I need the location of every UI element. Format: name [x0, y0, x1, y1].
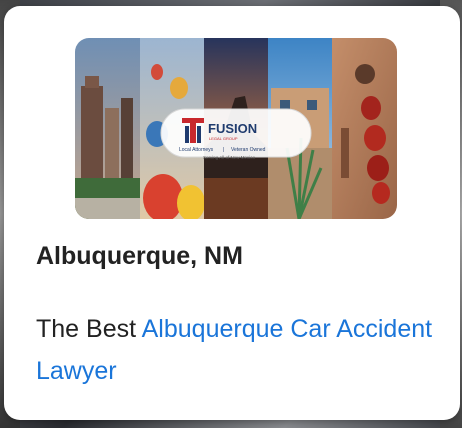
coverage-text: Serving All of New Mexico: [203, 155, 256, 160]
banner-image: FUSION LEGAL GROUP Local Attorneys | Vet…: [75, 38, 397, 219]
fusion-logo-mark: [182, 118, 204, 143]
tagline-left: Local Attorneys: [179, 147, 214, 153]
logo-subtext: LEGAL GROUP: [209, 136, 238, 141]
description-prefix: The Best: [36, 315, 142, 343]
fusion-logo-badge: FUSION LEGAL GROUP Local Attorneys | Vet…: [160, 108, 312, 160]
banner-panel-chile-ristra: [332, 38, 397, 219]
card-description: The Best Albuquerque Car Accident Lawyer: [36, 308, 436, 392]
location-card: FUSION LEGAL GROUP Local Attorneys | Vet…: [4, 6, 460, 420]
tagline-separator: |: [223, 147, 224, 153]
logo-text: FUSION: [208, 121, 257, 136]
city-heading: Albuquerque, NM: [36, 242, 243, 270]
tagline-right: Veteran Owned: [231, 147, 266, 153]
banner-panel-skyline: [75, 38, 140, 219]
